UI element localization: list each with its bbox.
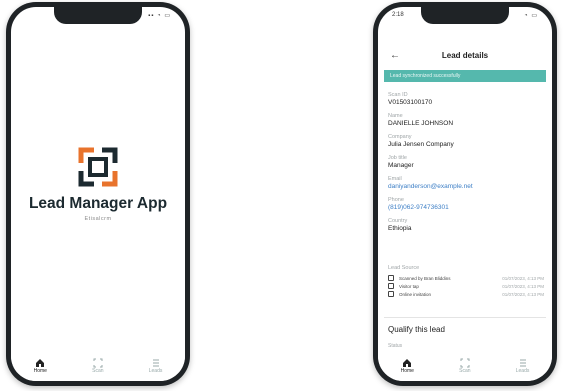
app-logo-icon <box>78 147 118 187</box>
nav-leads[interactable]: Leads <box>148 358 163 374</box>
scan-icon <box>460 358 470 368</box>
field-label: Phone <box>388 197 404 203</box>
status-time: 2:18 <box>392 12 404 18</box>
status-bar: 2:18 ◔ ▭ <box>392 12 538 22</box>
source-time: 01/07/2023, 4:13 PM <box>502 283 544 289</box>
field-label: Job title <box>388 155 407 161</box>
signal-icon: ◔ ▭ <box>524 13 538 19</box>
details-screen: 2:18 ◔ ▭ ← Lead details Lead synchronize… <box>378 7 552 381</box>
nav-scan[interactable]: Scan <box>92 358 104 374</box>
nav-home-label: Home <box>400 368 414 374</box>
page-title: Lead details <box>441 50 489 60</box>
nav-leads-label: Leads <box>148 368 163 374</box>
phone-details: 2:18 ◔ ▭ ← Lead details Lead synchronize… <box>373 2 557 386</box>
source-name: Online invitation <box>399 291 432 297</box>
field-label: Name <box>388 113 403 119</box>
app-bar: ← Lead details <box>378 47 552 63</box>
field-email: Email daniyanderson@example.net <box>388 176 544 191</box>
field-name: Name DANIELLE JOHNSON <box>388 113 544 128</box>
bottom-nav: Home Scan Leads <box>378 351 552 381</box>
scanner-icon <box>388 275 394 281</box>
lead-source-title: Lead Source <box>388 265 420 271</box>
status-bar: ▪▪ ◔ ▭ <box>25 12 171 22</box>
phone-link[interactable]: (819)062-974736301 <box>388 204 544 212</box>
email-link[interactable]: daniyanderson@example.net <box>388 183 544 191</box>
field-value: DANIELLE JOHNSON <box>388 120 454 127</box>
field-value: Ethiopia <box>388 225 412 232</box>
field-company: Company Julia Jensen Company <box>388 134 544 149</box>
source-name: Visitor tap <box>399 283 419 289</box>
list-item: Visitor tap 01/07/2023, 4:13 PM <box>388 282 544 290</box>
splash-screen: ▪▪ ◔ ▭ Lead Manager App Etisalcrm Home S… <box>11 7 185 381</box>
app-title: Lead Manager App <box>28 195 168 212</box>
scan-icon <box>93 358 103 368</box>
home-icon <box>403 359 412 367</box>
source-time: 01/07/2023, 4:13 PM <box>502 275 544 281</box>
divider <box>384 317 546 318</box>
sync-banner: Lead synchronized successfully <box>384 70 546 82</box>
field-country: Country Ethiopia <box>388 218 544 233</box>
field-value: Julia Jensen Company <box>388 141 454 148</box>
field-phone: Phone (819)062-974736301 <box>388 197 544 212</box>
nav-home[interactable]: Home <box>34 358 47 374</box>
qualify-heading: Qualify this lead <box>388 325 445 334</box>
list-icon <box>152 359 159 367</box>
signal-icon: ▪▪ ◔ ▭ <box>148 13 171 19</box>
field-label: Email <box>388 176 402 182</box>
source-name: Scanned by Bran Bliddins <box>399 275 451 281</box>
nav-home[interactable]: Home <box>401 358 414 374</box>
nav-scan-label: Scan <box>92 368 104 374</box>
nav-scan-label: Scan <box>459 368 471 374</box>
nav-leads[interactable]: Leads <box>515 358 530 374</box>
home-icon <box>36 359 45 367</box>
back-arrow-icon[interactable]: ← <box>390 50 400 61</box>
bottom-nav: Home Scan Leads <box>11 351 185 381</box>
list-item: Online invitation 01/07/2023, 4:13 PM <box>388 290 544 298</box>
nav-scan[interactable]: Scan <box>459 358 471 374</box>
field-label: Country <box>388 218 408 224</box>
field-scan-id: Scan ID V01503100170 <box>388 92 544 107</box>
phone-splash: ▪▪ ◔ ▭ Lead Manager App Etisalcrm Home S… <box>6 2 190 386</box>
app-subtitle: Etisalcrm <box>84 216 112 222</box>
source-time: 01/07/2023, 4:13 PM <box>502 291 544 297</box>
qr-icon <box>388 283 394 289</box>
field-value: Manager <box>388 162 414 169</box>
nav-leads-label: Leads <box>515 368 530 374</box>
lead-source-list: Lead Source Scanned by Bran Bliddins 01/… <box>388 265 544 298</box>
field-job-title: Job title Manager <box>388 155 544 170</box>
nav-home-label: Home <box>33 368 47 374</box>
field-label: Company <box>388 134 412 140</box>
list-item: Scanned by Bran Bliddins 01/07/2023, 4:1… <box>388 274 544 282</box>
calendar-icon <box>388 291 394 297</box>
status-label: Status <box>388 343 403 349</box>
lead-fields: Scan ID V01503100170 Name DANIELLE JOHNS… <box>388 92 544 239</box>
field-value: V01503100170 <box>388 99 433 106</box>
list-icon <box>519 359 526 367</box>
field-label: Scan ID <box>388 92 408 98</box>
